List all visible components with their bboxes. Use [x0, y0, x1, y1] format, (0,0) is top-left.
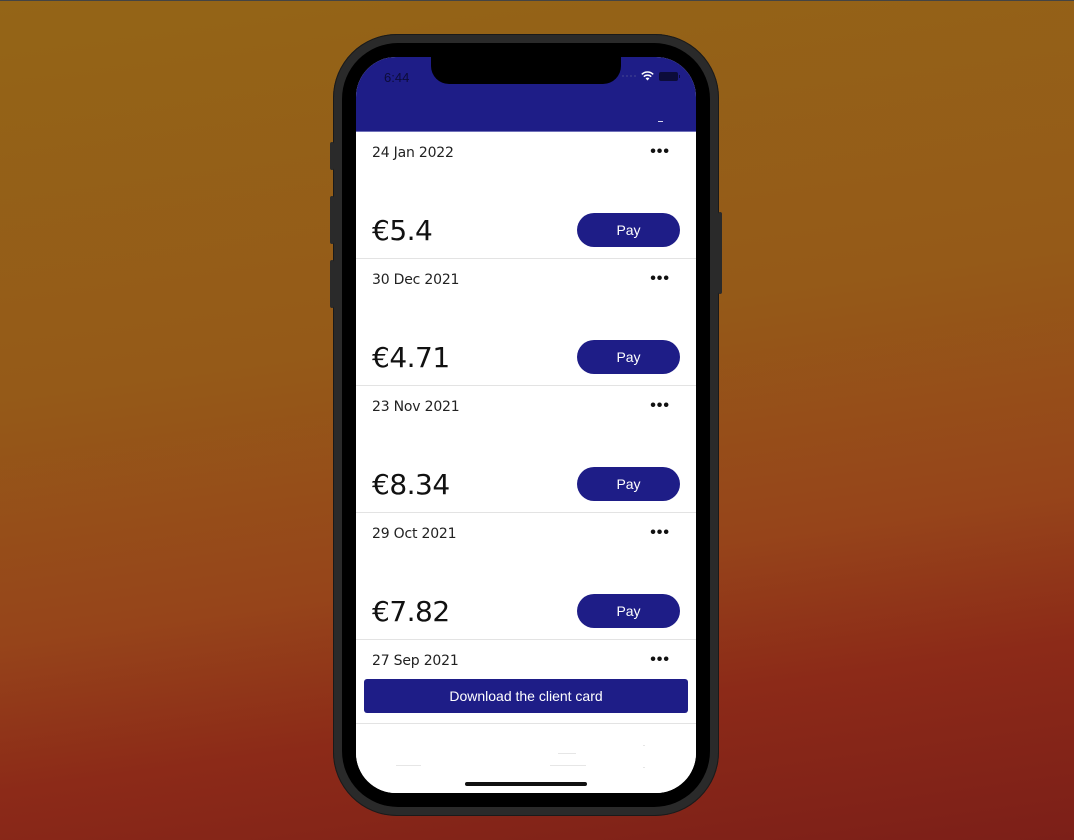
- volume-down-button: [330, 260, 334, 308]
- power-button: [718, 212, 722, 294]
- download-bar: Download the client card: [356, 670, 696, 724]
- invoice-date: 27 Sep 2021: [372, 653, 459, 669]
- tab-label: [643, 767, 645, 768]
- more-options-icon[interactable]: •••: [650, 525, 670, 541]
- tab-icon: [558, 753, 576, 754]
- more-options-icon[interactable]: •••: [650, 144, 670, 160]
- volume-up-button: [330, 196, 334, 244]
- invoice-date: 30 Dec 2021: [372, 272, 460, 288]
- tab-label: [396, 765, 421, 766]
- tab-icon: [643, 745, 645, 746]
- header-indicator: [658, 121, 663, 122]
- pay-button[interactable]: Pay: [577, 340, 680, 374]
- battery-icon: [659, 71, 680, 81]
- tab-label: [550, 765, 586, 766]
- invoice-amount: €4.71: [372, 341, 450, 374]
- invoice-amount: €7.82: [372, 595, 450, 628]
- invoice-list: 24 Jan 2022 ••• €5.4 Pay 30 Dec 2021 •••…: [356, 132, 696, 700]
- download-client-card-button[interactable]: Download the client card: [364, 679, 688, 713]
- mute-switch: [330, 142, 334, 170]
- invoice-date: 23 Nov 2021: [372, 399, 460, 415]
- invoice-date: 24 Jan 2022: [372, 145, 454, 161]
- top-border: [0, 0, 1074, 1]
- status-time: 6:44: [384, 70, 410, 85]
- wifi-icon: [641, 71, 654, 81]
- signal-icon: [622, 75, 636, 77]
- pay-button[interactable]: Pay: [577, 467, 680, 501]
- status-icons: [622, 71, 680, 81]
- more-options-icon[interactable]: •••: [650, 271, 670, 287]
- invoice-row: 23 Nov 2021 ••• €8.34 Pay: [356, 386, 696, 513]
- invoice-row: 24 Jan 2022 ••• €5.4 Pay: [356, 132, 696, 259]
- notch: [431, 57, 621, 84]
- tab-item[interactable]: [536, 725, 626, 775]
- pay-button[interactable]: Pay: [577, 594, 680, 628]
- more-options-icon[interactable]: •••: [650, 652, 670, 668]
- tab-item[interactable]: [626, 725, 666, 775]
- home-indicator[interactable]: [465, 782, 587, 786]
- tab-item[interactable]: [376, 725, 466, 775]
- more-options-icon[interactable]: •••: [650, 398, 670, 414]
- phone-screen: 6:44 24 Jan 2022 ••• €5.4 Pay 30 Dec 202…: [356, 57, 696, 793]
- invoice-amount: €5.4: [372, 214, 433, 247]
- pay-button[interactable]: Pay: [577, 213, 680, 247]
- invoice-row: 30 Dec 2021 ••• €4.71 Pay: [356, 259, 696, 386]
- invoice-amount: €8.34: [372, 468, 450, 501]
- invoice-row: 29 Oct 2021 ••• €7.82 Pay: [356, 513, 696, 640]
- invoice-date: 29 Oct 2021: [372, 526, 457, 542]
